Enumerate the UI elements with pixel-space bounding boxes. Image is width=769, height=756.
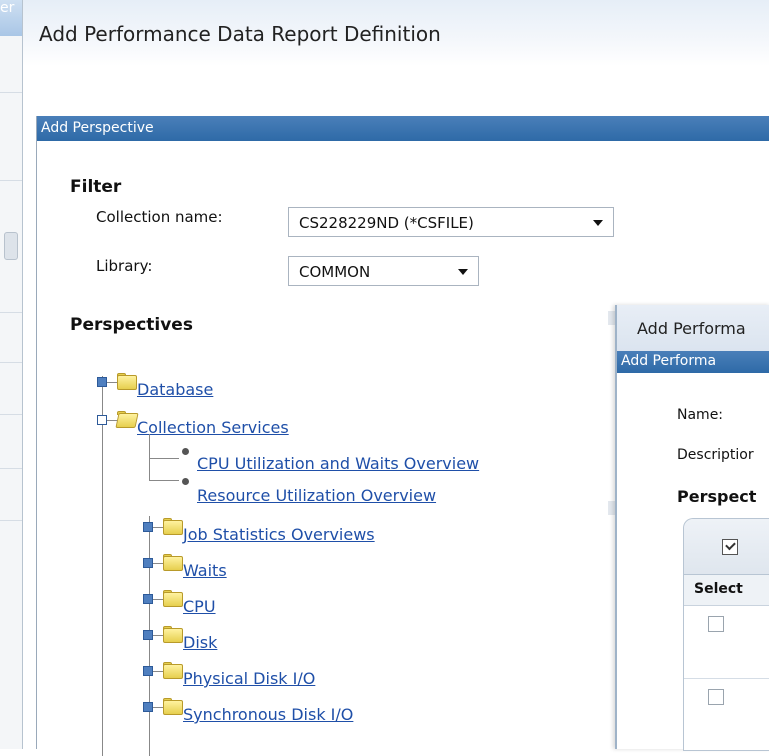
tree-node-synchronous-disk-io: Synchronous Disk I/O xyxy=(143,698,543,724)
collection-name-select[interactable]: CS228229ND (*CSFILE) xyxy=(288,207,614,237)
tree-connector xyxy=(153,527,163,528)
folder-icon xyxy=(163,556,183,571)
table-toolbar xyxy=(684,519,769,575)
expand-icon[interactable] xyxy=(143,522,153,532)
table-row xyxy=(684,679,769,750)
background-divider xyxy=(0,414,22,415)
background-window: er xyxy=(0,0,23,749)
inner-dialog-titlebar: Add Performa xyxy=(617,305,769,351)
tree-connector xyxy=(153,707,163,708)
folder-icon xyxy=(163,628,183,643)
tree-leaf-cpu-utilization: CPU Utilization and Waits Overview xyxy=(149,448,569,473)
check-mark xyxy=(725,539,736,551)
tree-node-disk: Disk xyxy=(143,626,543,652)
tree-node-waits: Waits xyxy=(143,554,543,580)
perspective-panel-titlebar: Add Perspective xyxy=(37,116,769,141)
background-scroll-handle xyxy=(4,232,18,260)
tree-link-resource-utilization-overview[interactable]: Resource Utilization Overview xyxy=(197,486,436,505)
background-divider xyxy=(0,468,22,469)
perspective-panel-title: Add Perspective xyxy=(41,120,154,136)
tree-node-cpu: CPU xyxy=(143,590,543,616)
inner-dialog-title: Add Performa xyxy=(637,319,746,338)
tree-connector xyxy=(153,635,163,636)
perspectives-tree: Database Collection Services CPU Utiliza… xyxy=(97,356,657,756)
background-divider xyxy=(0,312,22,313)
tree-node-job-statistics: Job Statistics Overviews xyxy=(143,518,543,544)
collection-name-value: CS228229ND (*CSFILE) xyxy=(299,214,474,232)
chevron-down-icon xyxy=(593,220,603,226)
background-divider xyxy=(0,362,22,363)
row-checkbox[interactable] xyxy=(708,689,724,705)
dialog-titlebar: Add Performance Data Report Definition xyxy=(23,0,769,67)
folder-icon xyxy=(117,375,137,390)
tree-link-physical-disk-io[interactable]: Physical Disk I/O xyxy=(183,669,315,688)
tree-link-collection-services[interactable]: Collection Services xyxy=(137,418,289,437)
tree-link-cpu-utilization-and-waits[interactable]: CPU Utilization and Waits Overview xyxy=(197,454,479,473)
tree-leaf-resource-utilization: Resource Utilization Overview xyxy=(149,478,569,508)
library-label: Library: xyxy=(96,257,153,275)
tree-connector xyxy=(149,458,179,459)
tree-node-database: Database xyxy=(97,373,397,399)
folder-icon xyxy=(163,664,183,679)
expand-icon[interactable] xyxy=(143,666,153,676)
tree-connector xyxy=(107,382,117,383)
inner-perspectives-heading: Perspect xyxy=(677,487,757,506)
select-all-icon[interactable] xyxy=(722,539,738,555)
tree-link-synchronous-disk-io[interactable]: Synchronous Disk I/O xyxy=(183,705,353,724)
tree-connector xyxy=(153,563,163,564)
tree-link-disk[interactable]: Disk xyxy=(183,633,217,652)
description-label: Descriptior xyxy=(677,447,754,463)
perspectives-heading: Perspectives xyxy=(70,315,193,335)
filter-heading: Filter xyxy=(70,177,122,197)
collection-name-label: Collection name: xyxy=(96,208,223,226)
background-divider xyxy=(0,180,22,181)
tree-connector xyxy=(153,599,163,600)
expand-icon[interactable] xyxy=(143,630,153,640)
tree-node-collection-services: Collection Services xyxy=(97,411,397,437)
expand-icon[interactable] xyxy=(143,594,153,604)
inner-dialog-subtitle: Add Performa xyxy=(621,353,717,369)
background-divider xyxy=(0,92,22,93)
name-label: Name: xyxy=(677,407,724,423)
tree-connector xyxy=(149,480,179,481)
tree-link-job-statistics-overviews[interactable]: Job Statistics Overviews xyxy=(183,525,375,544)
collapse-icon[interactable] xyxy=(97,415,107,425)
expand-icon[interactable] xyxy=(143,558,153,568)
background-window-title: er xyxy=(0,0,15,16)
tree-node-physical-disk-io: Physical Disk I/O xyxy=(143,662,543,688)
table-header-row: Select xyxy=(684,575,769,606)
folder-icon xyxy=(163,592,183,607)
row-checkbox[interactable] xyxy=(708,616,724,632)
bullet-icon xyxy=(182,448,189,455)
tree-connector xyxy=(107,420,117,421)
dialog-title: Add Performance Data Report Definition xyxy=(39,22,441,46)
background-divider xyxy=(0,520,22,521)
library-select[interactable]: COMMON xyxy=(288,256,479,286)
library-value: COMMON xyxy=(299,263,371,281)
folder-icon xyxy=(163,700,183,715)
expand-icon[interactable] xyxy=(143,702,153,712)
tree-link-waits[interactable]: Waits xyxy=(183,561,227,580)
perspectives-table: Select xyxy=(683,518,769,751)
tree-link-cpu[interactable]: CPU xyxy=(183,597,216,616)
tree-connector xyxy=(153,671,163,672)
select-column-header: Select xyxy=(694,581,743,597)
add-performance-dialog: Add Performa Add Performa Name: Descript… xyxy=(615,305,769,751)
table-row xyxy=(684,606,769,679)
open-folder-icon xyxy=(115,413,139,428)
tree-link-database[interactable]: Database xyxy=(137,380,213,399)
inner-dialog-subtitle-bar: Add Performa xyxy=(617,351,769,373)
chevron-down-icon xyxy=(458,269,468,275)
expand-icon[interactable] xyxy=(97,377,107,387)
folder-icon xyxy=(163,520,183,535)
bullet-icon xyxy=(182,478,189,485)
